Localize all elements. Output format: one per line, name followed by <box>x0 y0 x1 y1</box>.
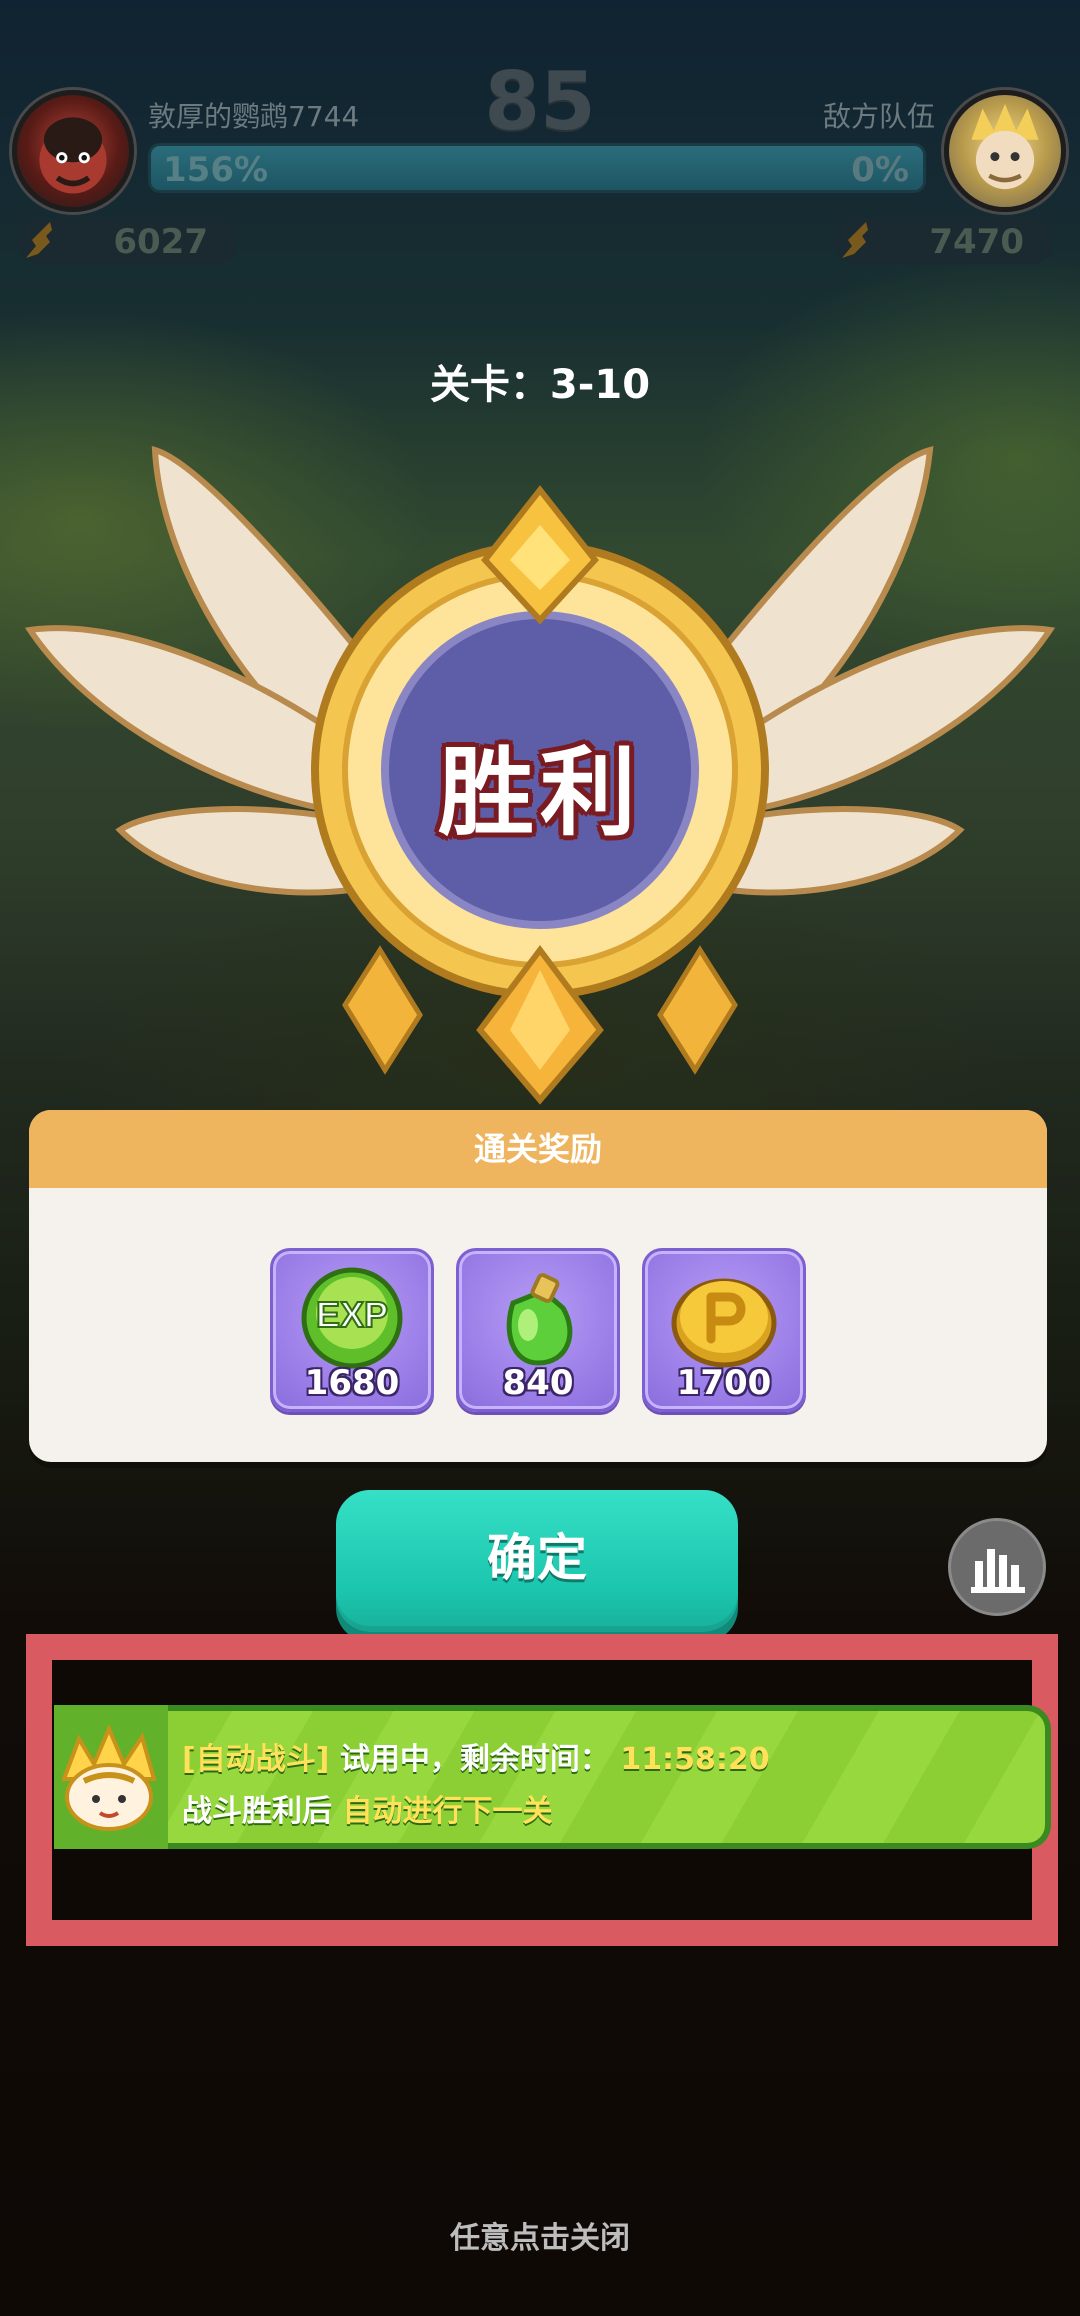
reward-item-potion[interactable]: 840 <box>456 1248 620 1412</box>
player-power-value: 6027 <box>113 222 208 262</box>
power-icon <box>26 222 52 258</box>
reward-item-exp[interactable]: EXP 1680 <box>270 1248 434 1412</box>
player-percent: 156% <box>163 150 269 190</box>
exp-label: EXP <box>316 1294 388 1335</box>
victory-title: 胜利 <box>438 737 642 849</box>
reward-count: 1680 <box>304 1363 400 1403</box>
auto-battle-desc-prefix: 战斗胜利后 <box>182 1794 332 1829</box>
stage-label: 关卡：3-10 <box>429 362 651 408</box>
bar-chart-icon <box>971 1549 1025 1593</box>
reward-count: 1700 <box>676 1363 772 1403</box>
auto-battle-description: 战斗胜利后 自动进行下一关 <box>182 1786 552 1830</box>
battle-stats-button[interactable] <box>948 1518 1046 1616</box>
enemy-name: 敌方队伍 <box>822 100 935 133</box>
enemy-percent: 0% <box>851 150 909 190</box>
enemy-power-value: 7470 <box>929 222 1024 262</box>
player-power: 6027 <box>18 218 238 264</box>
auto-battle-mascot <box>54 1705 168 1849</box>
green-potion-icon <box>506 1273 573 1366</box>
auto-battle-remaining-time: 11:58:20 <box>620 1742 770 1777</box>
enemy-power: 7470 <box>834 218 1054 264</box>
battle-progress-bar: 156% 0% <box>148 143 926 193</box>
confirm-button[interactable]: 确定 <box>336 1490 738 1632</box>
reward-item-coin[interactable]: 1700 <box>642 1248 806 1412</box>
auto-battle-trial-text: 试用中，剩余时间： <box>339 1742 610 1777</box>
tap-to-close-hint[interactable]: 任意点击关闭 <box>0 2213 1080 2257</box>
power-icon <box>842 222 868 258</box>
auto-battle-status: [自动战斗] 试用中，剩余时间： 11:58:20 <box>182 1734 770 1778</box>
gold-coin-icon <box>671 1278 777 1368</box>
monkey-king-icon <box>61 1723 157 1831</box>
reward-header: 通关奖励 <box>29 1110 1047 1188</box>
reward-count: 840 <box>502 1363 574 1403</box>
auto-battle-desc-highlight: 自动进行下一关 <box>342 1794 553 1829</box>
reward-list: EXP 1680 840 1700 <box>29 1248 1047 1412</box>
auto-battle-tag: [自动战斗] <box>182 1742 330 1777</box>
enemy-avatar <box>944 90 1066 212</box>
reward-panel: 通关奖励 EXP 1680 840 1700 <box>29 1110 1047 1462</box>
exp-orb-icon: EXP <box>301 1267 403 1369</box>
